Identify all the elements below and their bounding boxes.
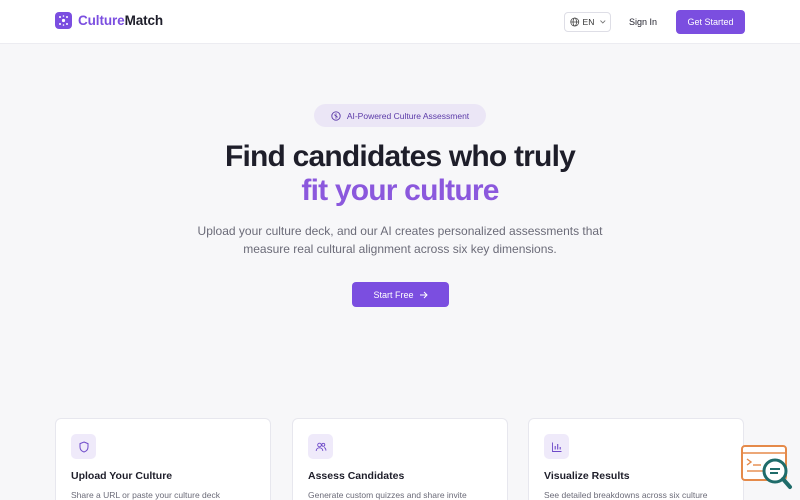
sparkle-icon <box>331 110 341 121</box>
feature-icon-wrapper <box>308 434 333 459</box>
language-selector[interactable]: EN <box>564 12 611 32</box>
search-console-icon <box>741 445 792 489</box>
language-label: EN <box>582 17 595 27</box>
hero-badge-label: AI-Powered Culture Assessment <box>346 110 470 121</box>
arrow-right-icon <box>419 291 428 298</box>
shield-icon <box>79 440 88 453</box>
bar-chart-icon <box>551 442 561 452</box>
hero-title-line2: fit your culture <box>301 174 499 207</box>
hero-badge: AI-Powered Culture Assessment <box>314 104 486 127</box>
feature-card-visualize: Visualize Results See detailed breakdown… <box>528 418 744 500</box>
hero-subtitle-line2: measure real cultural alignment across s… <box>243 242 557 256</box>
get-started-button[interactable]: Get Started <box>676 10 745 34</box>
feature-description: See detailed breakdowns across six cultu… <box>544 490 708 500</box>
hero-subtitle: Upload your culture deck, and our AI cre… <box>170 222 630 258</box>
logo[interactable]: CultureMatch <box>55 12 163 29</box>
sign-in-link[interactable]: Sign In <box>620 13 666 31</box>
hero-title-line1: Find candidates who truly <box>224 140 576 173</box>
feature-card-upload: Upload Your Culture Share a URL or paste… <box>55 418 271 500</box>
globe-icon <box>570 17 580 27</box>
feature-title: Assess Candidates <box>308 470 405 482</box>
start-free-button[interactable]: Start Free <box>352 282 449 307</box>
hero-subtitle-line1: Upload your culture deck, and our AI cre… <box>197 224 603 238</box>
logo-text-match: Match <box>124 13 164 28</box>
start-free-label: Start Free <box>373 289 414 300</box>
feature-card-assess: Assess Candidates Generate custom quizze… <box>292 418 508 500</box>
users-icon <box>315 442 326 451</box>
feature-description: Generate custom quizzes and share invite <box>308 490 467 500</box>
feature-icon-wrapper <box>71 434 96 459</box>
feature-title: Visualize Results <box>544 470 630 482</box>
top-navbar: CultureMatch EN Sign In Get Started <box>0 0 800 44</box>
logo-text-culture: Culture <box>78 13 125 28</box>
chevron-down-icon <box>600 20 606 24</box>
logo-text: CultureMatch <box>78 13 163 28</box>
feature-title: Upload Your Culture <box>71 470 173 482</box>
logo-icon <box>55 12 72 29</box>
feature-icon-wrapper <box>544 434 569 459</box>
floating-search-widget[interactable] <box>741 444 793 492</box>
feature-description: Share a URL or paste your culture deck <box>71 490 220 500</box>
